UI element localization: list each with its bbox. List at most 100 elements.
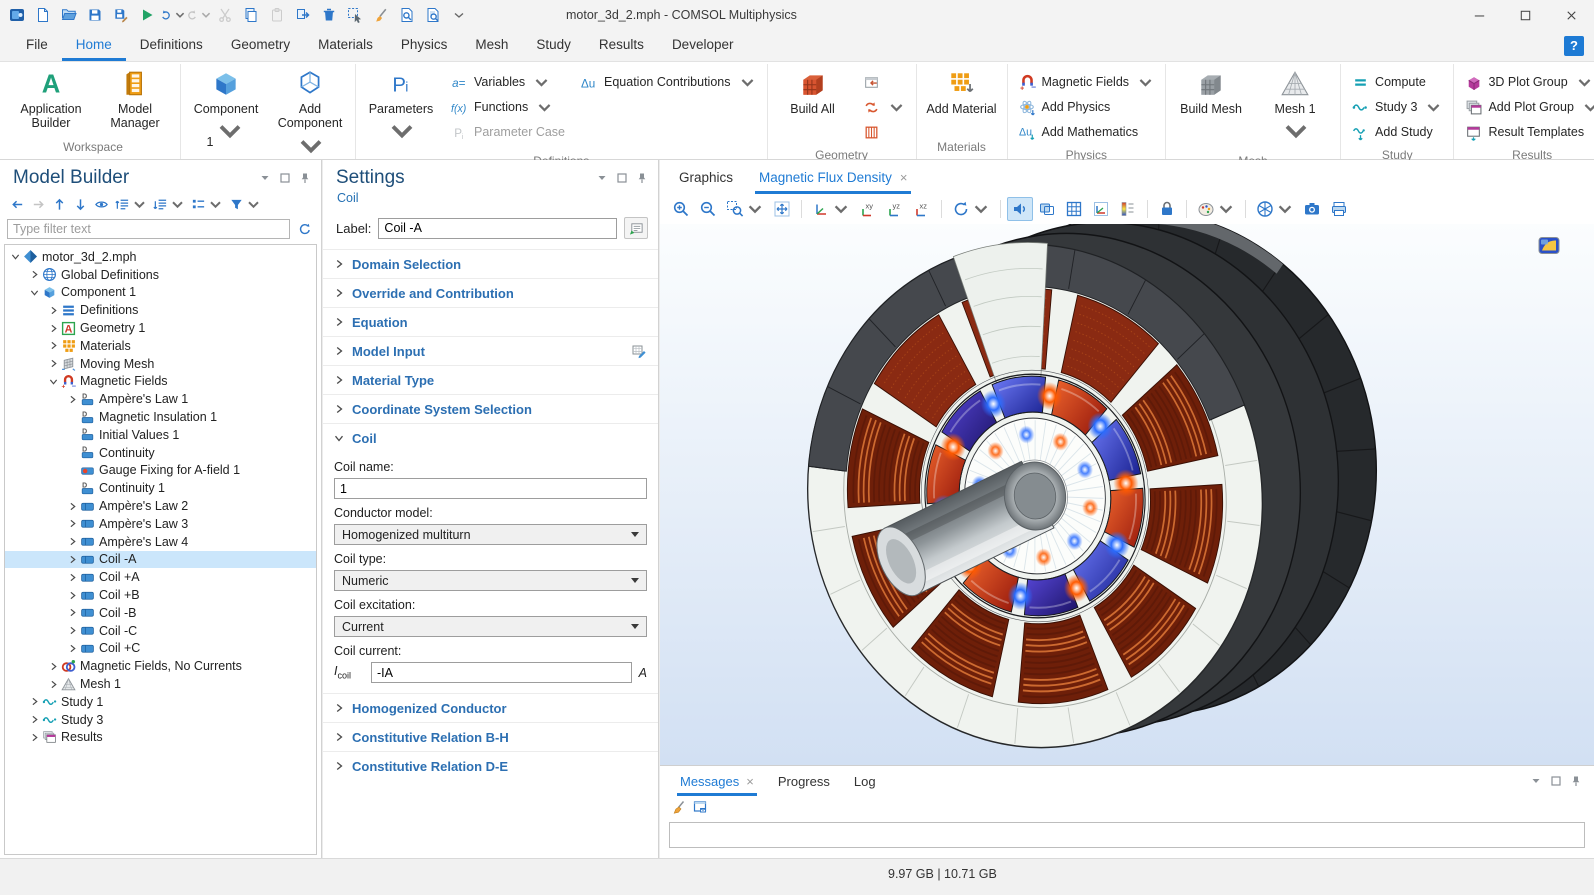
color-legend-button[interactable] — [1115, 197, 1141, 221]
node-label-input[interactable] — [378, 218, 617, 239]
ribbon-tab-file[interactable]: File — [12, 30, 62, 61]
tree-item[interactable]: DContinuity — [5, 444, 316, 462]
magnetic-fields-button[interactable]: +−Magnetic Fields — [1017, 70, 1157, 94]
find-button[interactable] — [394, 3, 420, 27]
save-as-button[interactable] — [108, 3, 134, 27]
section-coil[interactable]: Coil — [323, 423, 658, 452]
filter-button[interactable] — [227, 194, 263, 214]
tree-expander[interactable] — [28, 288, 41, 297]
ribbon-tab-definitions[interactable]: Definitions — [126, 30, 217, 61]
tree-expander[interactable] — [66, 573, 79, 582]
coil-current-input[interactable] — [371, 662, 632, 683]
axis-orientation-button[interactable] — [1088, 197, 1114, 221]
expand-all-button[interactable] — [113, 194, 149, 214]
tree-item[interactable]: Component 1 — [5, 284, 316, 302]
build-all-button[interactable]: Build All — [777, 66, 849, 144]
go-to-view-button[interactable] — [808, 197, 854, 221]
clear-selection-button[interactable] — [368, 3, 394, 27]
ribbon-tab-study[interactable]: Study — [522, 30, 585, 61]
tree-item[interactable]: Mesh 1 — [5, 675, 316, 693]
view-xz-button[interactable]: xz — [909, 197, 935, 221]
search-file-button[interactable] — [420, 3, 446, 27]
tree-item[interactable]: Materials — [5, 337, 316, 355]
collapse-all-button[interactable] — [151, 194, 187, 214]
messages-output[interactable] — [669, 822, 1585, 848]
ribbon-tab-developer[interactable]: Developer — [658, 30, 748, 61]
panel-menu-icon[interactable] — [596, 172, 608, 184]
show-button[interactable] — [92, 194, 111, 214]
phead-pin-icon[interactable] — [1570, 775, 1582, 787]
conductor-model-select[interactable]: Homogenized multiturn — [334, 524, 647, 545]
tree-item[interactable]: DContinuity 1 — [5, 479, 316, 497]
coil-type-select[interactable]: Numeric — [334, 570, 647, 591]
open-file-button[interactable] — [56, 3, 82, 27]
delete-button[interactable] — [316, 3, 342, 27]
add-study-button[interactable]: Add Study — [1350, 120, 1444, 144]
tree-expander[interactable] — [47, 680, 60, 689]
tree-item[interactable]: Coil -A — [5, 551, 316, 569]
ribbon-tab-home[interactable]: Home — [62, 30, 126, 61]
tree-expander[interactable] — [66, 626, 79, 635]
ribbon-tab-mesh[interactable]: Mesh — [461, 30, 522, 61]
move-down-button[interactable] — [71, 194, 90, 214]
messages-window-button[interactable] — [692, 799, 708, 818]
add-physics-button[interactable]: Add Physics — [1017, 95, 1157, 119]
tree-item[interactable]: Global Definitions — [5, 266, 316, 284]
zoom-out-button[interactable] — [695, 197, 721, 221]
ribbon-tab-results[interactable]: Results — [585, 30, 658, 61]
paste-button[interactable] — [264, 3, 290, 27]
tree-item[interactable]: Ampère's Law 4 — [5, 533, 316, 551]
tree-expander[interactable] — [47, 341, 60, 350]
section-constitutive-relation-d-e[interactable]: Constitutive Relation D-E — [323, 751, 658, 780]
tree-item[interactable]: Definitions — [5, 301, 316, 319]
parameter-case-button[interactable]: PiParameter Case — [449, 120, 567, 144]
zoom-box-button[interactable] — [722, 197, 768, 221]
phead-float-icon[interactable] — [1550, 775, 1562, 787]
application-builder-button[interactable]: AApplication Builder — [15, 66, 87, 136]
tree-item[interactable]: +−Magnetic Fields — [5, 373, 316, 391]
insert-sequence-button[interactable] — [861, 70, 907, 94]
scene-light-button[interactable] — [1007, 197, 1033, 221]
new-file-button[interactable] — [30, 3, 56, 27]
help-button[interactable]: ? — [1564, 36, 1584, 56]
print-button[interactable] — [1326, 197, 1352, 221]
tree-expander[interactable] — [66, 608, 79, 617]
tree-expander[interactable] — [28, 697, 41, 706]
clear-messages-button[interactable] — [670, 799, 686, 818]
transparency-button[interactable] — [1034, 197, 1060, 221]
add-component-button[interactable]: Add Component — [274, 66, 346, 164]
update-geometry-button[interactable] — [861, 95, 907, 119]
zoom-in-button[interactable] — [668, 197, 694, 221]
tree-expander[interactable] — [66, 395, 79, 404]
tree-item[interactable]: Results — [5, 729, 316, 747]
compute-button[interactable]: Compute — [1350, 70, 1444, 94]
refresh-button[interactable] — [294, 219, 316, 239]
tree-item[interactable]: Ampère's Law 2 — [5, 497, 316, 515]
tree-item[interactable]: DAmpère's Law 1 — [5, 390, 316, 408]
undo-button[interactable] — [160, 3, 186, 27]
panel-float-icon[interactable] — [616, 172, 628, 184]
ribbon-tab-physics[interactable]: Physics — [387, 30, 462, 61]
build-mesh-button[interactable]: Build Mesh — [1175, 66, 1247, 150]
tree-item[interactable]: Moving Mesh — [5, 355, 316, 373]
add-mathematics-button[interactable]: ΔuAdd Mathematics — [1017, 120, 1157, 144]
messages-tab-progress[interactable]: Progress — [775, 766, 833, 796]
save-button[interactable] — [82, 3, 108, 27]
equation-contributions-button[interactable]: ΔuEquation Contributions — [579, 70, 757, 94]
section-domain-selection[interactable]: Domain Selection — [323, 249, 658, 278]
edit-table-icon[interactable] — [631, 343, 647, 359]
tree-expander[interactable] — [28, 733, 41, 742]
messages-tab-log[interactable]: Log — [851, 766, 879, 796]
zoom-extents-button[interactable] — [769, 197, 795, 221]
tree-item[interactable]: Coil +C — [5, 640, 316, 658]
ribbon-tab-materials[interactable]: Materials — [304, 30, 387, 61]
maximize-button[interactable] — [1502, 0, 1548, 30]
section-material-type[interactable]: Material Type — [323, 365, 658, 394]
functions-button[interactable]: f(x)Functions — [449, 95, 567, 119]
3d-plot-group-button[interactable]: 3D Plot Group — [1463, 70, 1594, 94]
tree-item[interactable]: Coil -B — [5, 604, 316, 622]
section-homogenized-conductor[interactable]: Homogenized Conductor — [323, 693, 658, 722]
tree-expander[interactable] — [66, 591, 79, 600]
section-coordinate-system-selection[interactable]: Coordinate System Selection — [323, 394, 658, 423]
run-button[interactable] — [134, 3, 160, 27]
